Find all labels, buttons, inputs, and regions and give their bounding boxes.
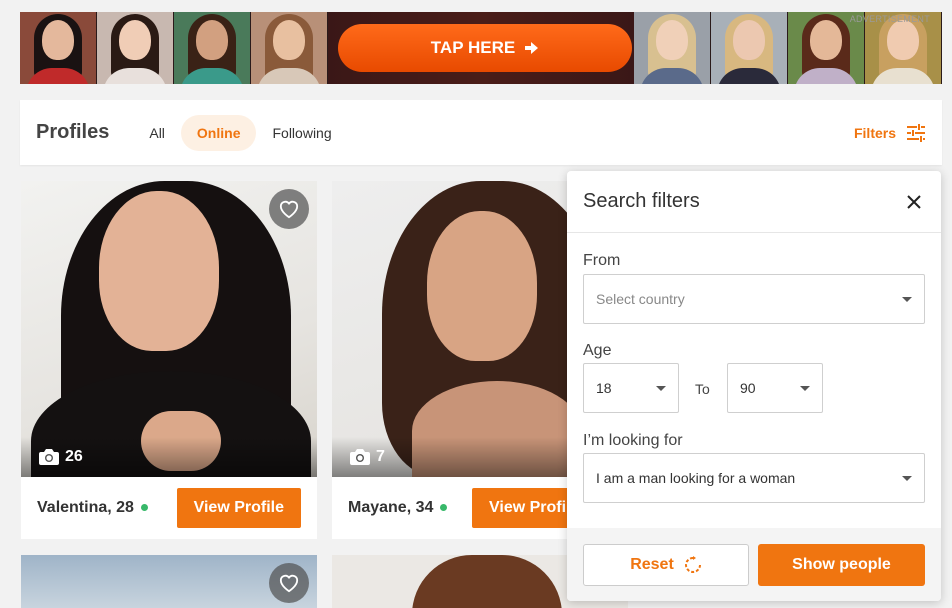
panel-footer: Reset Show people (567, 528, 941, 601)
filters-label: Filters (853, 124, 896, 141)
age-from-value: 18 (596, 380, 612, 396)
profile-name: Valentina, 28 (37, 499, 148, 517)
filters-sliders-icon (907, 123, 925, 142)
chevron-down-icon (902, 296, 912, 302)
looking-for-value: I am a man looking for a woman (596, 470, 796, 486)
country-select[interactable]: Select country (583, 274, 925, 324)
panel-header: Search filters (567, 171, 941, 233)
page-title: Profiles (36, 121, 110, 143)
ad-photo (20, 12, 96, 84)
chevron-down-icon (656, 385, 666, 391)
age-label: Age (583, 342, 612, 359)
advertisement-banner[interactable]: ADVERTISEMENT TAP HERE (20, 12, 942, 84)
ad-photo (251, 12, 327, 84)
search-filters-panel: Search filters From Select country Age 1… (567, 171, 941, 601)
age-to-label: To (695, 381, 710, 397)
heart-icon (279, 200, 299, 219)
ad-center: TAP HERE (328, 12, 634, 84)
reset-refresh-icon (684, 556, 701, 573)
filters-button[interactable]: Filters (853, 123, 926, 142)
age-from-select[interactable]: 18 (583, 363, 679, 413)
country-placeholder: Select country (596, 291, 685, 307)
show-people-button[interactable]: Show people (758, 544, 925, 586)
age-to-value: 90 (740, 380, 756, 396)
camera-icon (39, 449, 59, 465)
tap-here-label: TAP HERE (430, 38, 516, 57)
tab-following[interactable]: Following (256, 115, 347, 151)
close-icon (907, 194, 921, 209)
view-profile-button[interactable]: View Profile (176, 488, 301, 528)
looking-for-label: I’m looking for (583, 432, 683, 449)
online-status-dot (440, 504, 448, 512)
camera-icon (350, 449, 370, 465)
looking-for-select[interactable]: I am a man looking for a woman (583, 453, 925, 503)
profile-photo[interactable]: 26 (21, 181, 317, 477)
tap-here-button[interactable]: TAP HERE (338, 24, 632, 72)
tab-all[interactable]: All (133, 115, 181, 151)
ad-photo (174, 12, 250, 84)
close-button[interactable] (903, 191, 925, 213)
ad-photo (634, 12, 710, 84)
reset-label: Reset (630, 556, 674, 573)
heart-icon (279, 574, 299, 593)
photo-count-value: 7 (376, 448, 385, 465)
age-to-select[interactable]: 90 (727, 363, 823, 413)
ad-photo (711, 12, 787, 84)
from-label: From (583, 252, 621, 269)
profile-photo[interactable] (21, 555, 317, 608)
panel-title: Search filters (583, 190, 700, 212)
photo-count-value: 26 (65, 448, 83, 465)
chevron-down-icon (800, 385, 810, 391)
profile-card: 26 Valentina, 28 View Profile (21, 181, 317, 539)
profile-info: Valentina, 28 View Profile (21, 477, 317, 539)
reset-button[interactable]: Reset (583, 544, 749, 586)
online-status-dot (140, 504, 148, 512)
profile-name: Mayane, 34 (348, 499, 448, 517)
profiles-header: Profiles All Online Following Filters (20, 100, 942, 165)
tab-online[interactable]: Online (180, 114, 257, 151)
favorite-button[interactable] (269, 189, 309, 229)
photo-count: 26 (21, 437, 317, 477)
ad-label: ADVERTISEMENT (849, 14, 930, 24)
profile-card (21, 555, 317, 608)
ad-photo (97, 12, 173, 84)
arrow-right-icon (525, 42, 539, 54)
favorite-button[interactable] (269, 563, 309, 603)
chevron-down-icon (902, 475, 912, 481)
